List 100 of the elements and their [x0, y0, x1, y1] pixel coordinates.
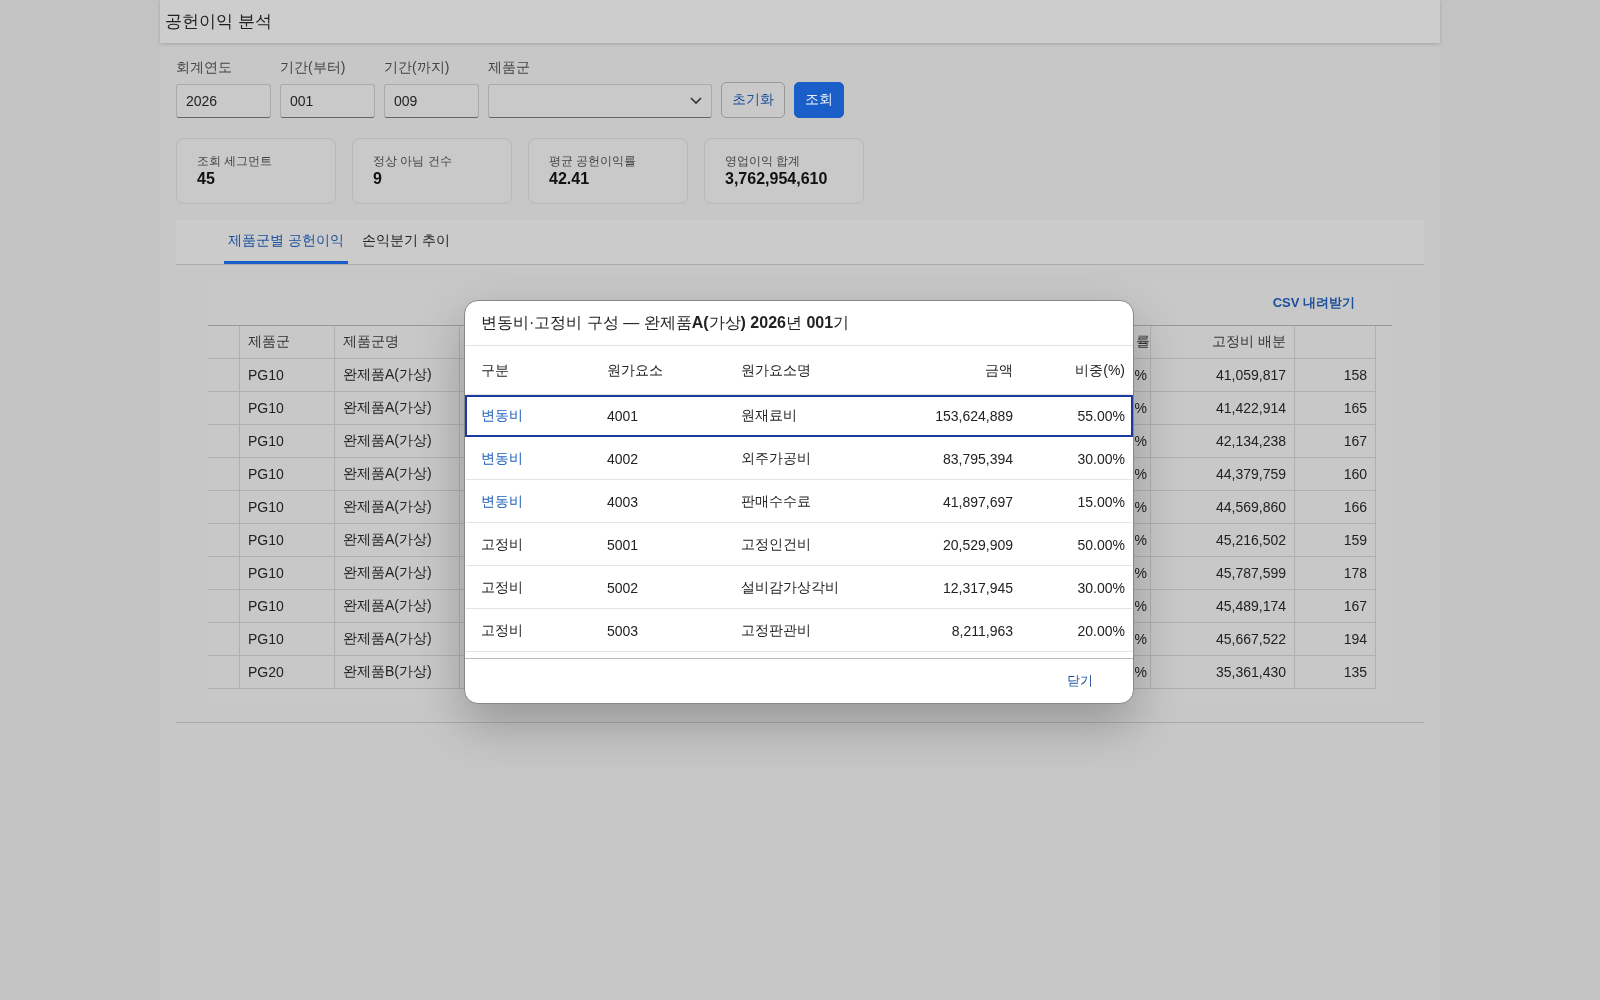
table-cell: 159: [1295, 524, 1376, 557]
table-cell-text: 8,211,963: [950, 623, 1013, 639]
table-cell: PG10: [240, 623, 335, 656]
chevron-down-icon: [690, 97, 702, 105]
table-cell: [208, 590, 240, 623]
table-cell: 167: [1295, 425, 1376, 458]
search-button[interactable]: 조회: [794, 82, 844, 118]
table-cell: PG10: [240, 524, 335, 557]
field-label: 기간(부터): [280, 59, 347, 77]
tab[interactable]: 제품군별 공헌이익: [224, 220, 348, 264]
table-cell: 35,361,430: [1151, 656, 1295, 689]
table-cell: 45,667,522: [1151, 623, 1295, 656]
table-cell: 완제품A(가상): [335, 623, 460, 656]
table-cell-text: 4001: [607, 408, 640, 424]
table-cell: 45,489,174: [1151, 590, 1295, 623]
table-cell-text: 원재료비: [741, 407, 798, 425]
column-header: 제품군명: [335, 326, 460, 359]
table-cell: 44,379,759: [1151, 458, 1295, 491]
column-header: 고정비 배분: [1151, 326, 1295, 359]
table-cell-text: 153,624,889: [934, 408, 1013, 424]
table-cell: 42,134,238: [1151, 425, 1295, 458]
table-cell: [208, 392, 240, 425]
table-cell-text: 4003: [607, 494, 640, 510]
table-cell: 167: [1295, 590, 1376, 623]
column-header: 원가요소: [607, 362, 664, 380]
table-cell: [208, 656, 240, 689]
table-cell: PG20: [240, 656, 335, 689]
table-cell: 165: [1295, 392, 1376, 425]
kpi-value: 45: [197, 170, 216, 188]
table-cell: [208, 359, 240, 392]
table-cell-text: 고정비: [481, 536, 524, 554]
table-cell: 완제품A(가상): [335, 491, 460, 524]
table-cell: PG10: [240, 425, 335, 458]
select-field[interactable]: [488, 84, 712, 118]
table-cell-text: 5003: [607, 623, 640, 639]
table-cell: 완제품A(가상): [335, 524, 460, 557]
table-cell: 완제품A(가상): [335, 458, 460, 491]
column-header: 제품군: [240, 326, 335, 359]
field-label: 제품군: [488, 59, 531, 77]
table-cell: [208, 458, 240, 491]
column-header: [208, 326, 240, 359]
table-cell: [208, 425, 240, 458]
table-cell-text: 5001: [607, 537, 640, 553]
table-cell: 41,059,817: [1151, 359, 1295, 392]
table-cell: 완제품A(가상): [335, 425, 460, 458]
table-cell: 158: [1295, 359, 1376, 392]
selected-row[interactable]: 변동비 4001 원재료비 153,624,889 55.00%: [465, 395, 1133, 437]
table-cell: 완제품A(가상): [335, 557, 460, 590]
table-cell: 45,216,502: [1151, 524, 1295, 557]
table-cell: PG10: [240, 392, 335, 425]
table-cell: [208, 524, 240, 557]
table-row[interactable]: 변동비 4002 외주가공비 83,795,394 30.00%: [465, 437, 1133, 480]
table-cell: [208, 491, 240, 524]
table-cell: 완제품B(가상): [335, 656, 460, 689]
reset-button[interactable]: 초기화: [721, 82, 785, 118]
kpi-value: 3,762,954,610: [725, 170, 829, 188]
kpi-label: 정상 아님 건수: [373, 153, 453, 170]
table-cell-text: 고정인건비: [741, 536, 812, 554]
table-cell: 194: [1295, 623, 1376, 656]
table-cell-text: 20.00%: [1076, 623, 1125, 639]
column-header: 비중(%): [1074, 362, 1125, 380]
table-cell: 완제품A(가상): [335, 392, 460, 425]
table-row[interactable]: 고정비 5001 고정인건비 20,529,909 50.00%: [465, 523, 1133, 566]
table-cell: [208, 623, 240, 656]
table-cell: 44,569,860: [1151, 491, 1295, 524]
table-row[interactable]: 고정비 5002 설비감가상각비 12,317,945 30.00%: [465, 566, 1133, 609]
kpi-label: 조회 세그먼트: [197, 153, 274, 170]
table-cell: 160: [1295, 458, 1376, 491]
cost-type-link[interactable]: 변동비: [481, 407, 607, 425]
kpi-value: 42.41: [549, 170, 591, 188]
table-cell: 135: [1295, 656, 1376, 689]
table-cell-text: 50.00%: [1076, 537, 1125, 553]
table-cell: [208, 557, 240, 590]
table-cell-text: 고정비: [481, 622, 524, 640]
table-cell: PG10: [240, 557, 335, 590]
column-header: 구분: [481, 362, 510, 380]
table-cell: PG10: [240, 491, 335, 524]
field-label: 회계연도: [176, 59, 233, 77]
column-header: 금액: [984, 362, 1013, 380]
kpi-value: 9: [373, 170, 383, 188]
table-cell: 45,787,599: [1151, 557, 1295, 590]
table-cell: PG10: [240, 359, 335, 392]
close-link[interactable]: 닫기: [1067, 672, 1093, 690]
table-cell-text: 55.00%: [1076, 408, 1125, 424]
column-header: 원가요소명: [741, 362, 812, 380]
cost-type-link[interactable]: 변동비: [481, 493, 607, 511]
table-row[interactable]: 고정비 5003 고정판관비 8,211,963 20.00%: [465, 609, 1133, 652]
input-field[interactable]: 009: [384, 84, 479, 118]
table-cell-text: 15.00%: [1076, 494, 1125, 510]
table-cell-text: 고정판관비: [741, 622, 812, 640]
table-row[interactable]: 변동비 4003 판매수수료 41,897,697 15.00%: [465, 480, 1133, 523]
field-label: 기간(까지): [384, 59, 451, 77]
table-cell: 178: [1295, 557, 1376, 590]
page-title: 공헌이익 분석: [165, 11, 272, 33]
input-field[interactable]: 001: [280, 84, 375, 118]
input-field[interactable]: 2026: [176, 84, 271, 118]
table-cell-text: 20,529,909: [941, 537, 1013, 553]
tab[interactable]: 손익분기 추이: [357, 220, 454, 264]
table-cell: PG10: [240, 590, 335, 623]
csv-download-link[interactable]: CSV 내려받기: [1272, 294, 1355, 312]
